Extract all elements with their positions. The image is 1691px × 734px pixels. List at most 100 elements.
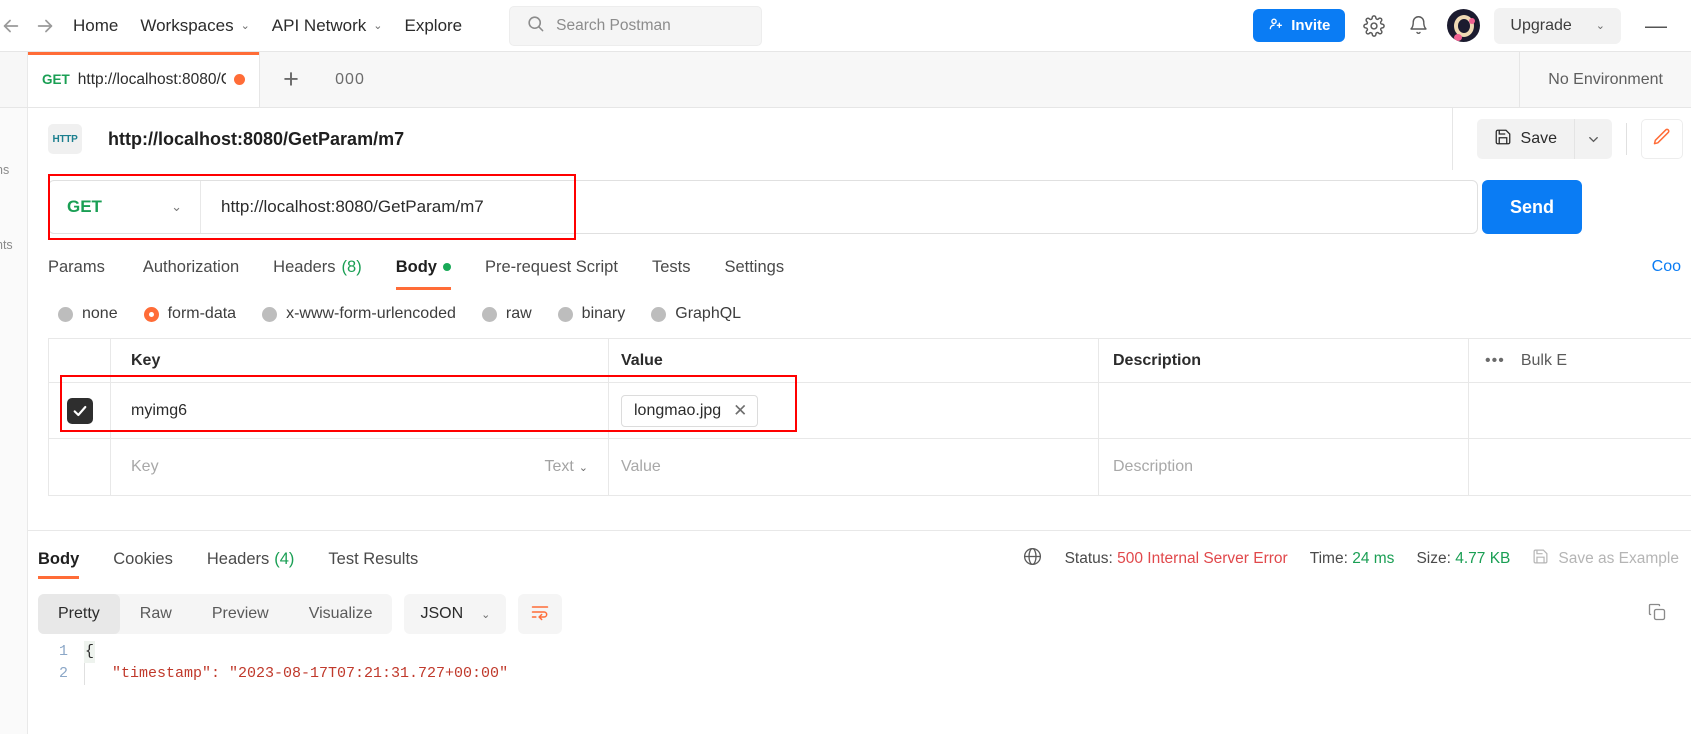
save-group: Save bbox=[1476, 119, 1612, 159]
form-data-table: Key Value Description ••• Bulk E myimg6 bbox=[48, 338, 1691, 496]
chevron-down-icon: ⌄ bbox=[240, 20, 250, 32]
placeholder-description-label: Description bbox=[1113, 458, 1194, 475]
word-wrap-button[interactable] bbox=[518, 594, 563, 634]
method-selector[interactable]: GET ⌄ bbox=[49, 181, 201, 233]
body-type-graphql[interactable]: GraphQL bbox=[651, 305, 741, 323]
response-tab-cookies[interactable]: Cookies bbox=[96, 531, 190, 587]
body-type-form-data[interactable]: form-data bbox=[143, 305, 236, 323]
body-type-urlencoded[interactable]: x-www-form-urlencoded bbox=[262, 305, 456, 323]
file-name-label: longmao.jpg bbox=[634, 401, 722, 419]
minimize-button[interactable]: — bbox=[1635, 13, 1677, 39]
value-type-selector[interactable]: Text ⌄ bbox=[544, 458, 588, 476]
unsaved-indicator-icon bbox=[234, 74, 245, 85]
tab-params[interactable]: Params bbox=[48, 244, 126, 290]
radio-icon bbox=[651, 306, 667, 322]
header-cell-value: Value bbox=[609, 339, 1099, 382]
nav-api-network-label: API Network bbox=[271, 15, 367, 35]
method-label: GET bbox=[67, 197, 102, 216]
tab-body[interactable]: Body bbox=[379, 244, 468, 290]
request-tab[interactable]: GET http://localhost:8080/G bbox=[28, 52, 260, 107]
save-button[interactable]: Save bbox=[1476, 119, 1574, 159]
edit-button[interactable] bbox=[1641, 119, 1683, 159]
tab-authorization-label: Authorization bbox=[142, 257, 240, 276]
page-title: http://localhost:8080/GetParam/m7 bbox=[108, 128, 405, 149]
nav-workspaces[interactable]: Workspaces ⌄ bbox=[129, 10, 260, 42]
tab-settings[interactable]: Settings bbox=[707, 244, 801, 290]
placeholder-key-cell[interactable]: Key Text ⌄ bbox=[111, 439, 609, 495]
response-tab-headers[interactable]: Headers (4) bbox=[190, 531, 312, 587]
code-line: 2 "timestamp": "2023-08-17T07:21:31.727+… bbox=[38, 663, 1691, 685]
back-arrow-icon[interactable] bbox=[0, 9, 28, 43]
response-format-selector[interactable]: JSON ⌄ bbox=[404, 594, 507, 634]
radio-icon bbox=[262, 306, 278, 322]
avatar-accent-2 bbox=[1454, 34, 1463, 41]
radio-icon bbox=[58, 306, 73, 322]
tab-pre-request-script-label: Pre-request Script bbox=[484, 257, 618, 276]
row-key-cell[interactable]: myimg6 bbox=[111, 383, 609, 438]
tab-params-label: Params bbox=[48, 257, 105, 276]
bell-icon[interactable] bbox=[1403, 11, 1433, 41]
view-mode-visualize[interactable]: Visualize bbox=[289, 594, 393, 634]
response-tab-body[interactable]: Body bbox=[38, 531, 96, 587]
response-meta: Status: 500 Internal Server Error Time: … bbox=[1022, 546, 1679, 572]
file-chip[interactable]: longmao.jpg ✕ bbox=[621, 394, 759, 427]
floppy-disk-icon bbox=[1532, 548, 1549, 570]
response-body-code[interactable]: 1 { 2 "timestamp": "2023-08-17T07:21:31.… bbox=[0, 641, 1691, 685]
line-number: 1 bbox=[58, 643, 68, 660]
forward-arrow-icon[interactable] bbox=[28, 9, 62, 43]
bulk-edit-button[interactable]: Bulk E bbox=[1521, 352, 1567, 370]
body-type-binary[interactable]: binary bbox=[557, 305, 625, 323]
form-data-section: Key Value Description ••• Bulk E myimg6 bbox=[0, 338, 1691, 496]
environment-selector[interactable]: No Environment bbox=[1519, 52, 1691, 107]
save-as-example-button[interactable]: Save as Example bbox=[1532, 548, 1679, 570]
gear-icon[interactable] bbox=[1359, 11, 1389, 41]
response-tab-test-results[interactable]: Test Results bbox=[311, 531, 435, 587]
view-mode-pretty[interactable]: Pretty bbox=[38, 594, 120, 634]
nav-explore[interactable]: Explore bbox=[394, 10, 474, 42]
avatar[interactable] bbox=[1447, 9, 1481, 42]
placeholder-value-cell[interactable]: Value bbox=[609, 439, 1099, 495]
save-options-button[interactable] bbox=[1574, 119, 1612, 159]
new-tab-button[interactable]: + bbox=[260, 52, 322, 107]
response-tab-body-label: Body bbox=[38, 549, 80, 568]
row-description-cell[interactable] bbox=[1099, 383, 1469, 438]
body-type-none[interactable]: none bbox=[58, 305, 118, 323]
row-checkbox[interactable] bbox=[66, 397, 93, 424]
copy-button[interactable] bbox=[1647, 602, 1691, 627]
placeholder-description-cell[interactable]: Description bbox=[1099, 439, 1469, 495]
pencil-icon bbox=[1652, 127, 1672, 152]
send-button[interactable]: Send bbox=[1482, 180, 1583, 234]
body-type-radios: none form-data x-www-form-urlencoded raw… bbox=[0, 290, 1691, 338]
time-group: Time: 24 ms bbox=[1310, 550, 1395, 568]
tab-options-icon[interactable]: 000 bbox=[322, 52, 378, 107]
nav-home[interactable]: Home bbox=[62, 10, 129, 42]
code-link[interactable]: Coo bbox=[1652, 258, 1691, 276]
app-header: Home Workspaces ⌄ API Network ⌄ Explore … bbox=[0, 0, 1691, 52]
floppy-disk-icon bbox=[1494, 128, 1512, 151]
body-type-raw-label: raw bbox=[505, 305, 532, 322]
invite-button[interactable]: Invite bbox=[1253, 9, 1346, 42]
upgrade-button[interactable]: Upgrade ⌄ bbox=[1494, 7, 1621, 44]
search-input[interactable]: Search Postman bbox=[509, 5, 763, 46]
view-mode-group: Pretty Raw Preview Visualize bbox=[38, 594, 393, 634]
view-mode-raw[interactable]: Raw bbox=[120, 594, 192, 634]
size-value: 4.77 KB bbox=[1455, 550, 1511, 567]
tab-pre-request-script[interactable]: Pre-request Script bbox=[468, 244, 635, 290]
response-tab-headers-label: Headers bbox=[206, 549, 270, 568]
url-input[interactable]: http://localhost:8080/GetParam/m7 bbox=[201, 197, 1477, 217]
close-icon[interactable]: ✕ bbox=[733, 401, 747, 421]
tab-headers[interactable]: Headers (8) bbox=[256, 244, 379, 290]
row-value-cell[interactable]: longmao.jpg ✕ bbox=[609, 383, 1099, 438]
response-toolbar: Pretty Raw Preview Visualize JSON ⌄ bbox=[0, 587, 1691, 641]
tab-tests[interactable]: Tests bbox=[635, 244, 708, 290]
row-actions-cell bbox=[1469, 383, 1691, 438]
body-type-raw[interactable]: raw bbox=[481, 305, 532, 323]
placeholder-actions-cell bbox=[1469, 439, 1691, 495]
ellipsis-icon[interactable]: ••• bbox=[1485, 352, 1505, 370]
header-cell-description: Description bbox=[1099, 339, 1469, 382]
response-tabs: Body Cookies Headers (4) Test Results bbox=[38, 531, 435, 587]
tab-authorization[interactable]: Authorization bbox=[126, 244, 256, 290]
nav-api-network[interactable]: API Network ⌄ bbox=[261, 10, 394, 42]
row-key-value: myimg6 bbox=[131, 401, 188, 419]
view-mode-preview[interactable]: Preview bbox=[192, 594, 289, 634]
